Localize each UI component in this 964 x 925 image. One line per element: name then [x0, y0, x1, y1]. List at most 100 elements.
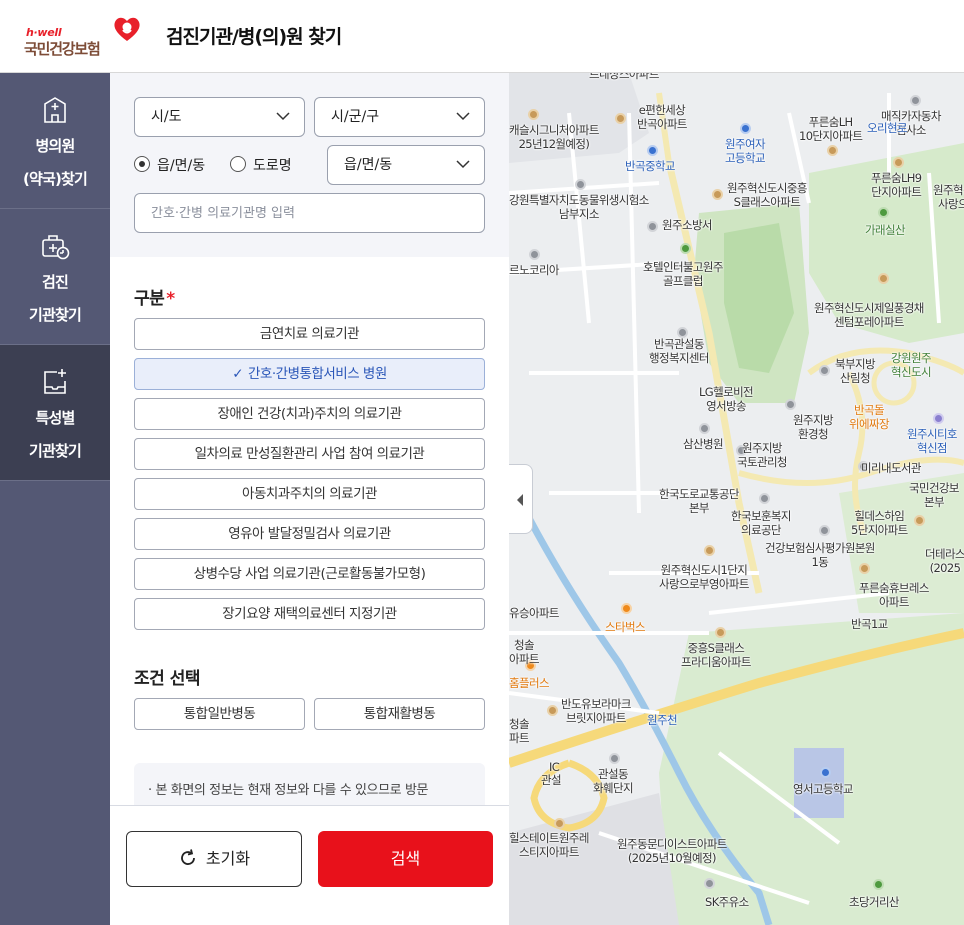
radio-checked-icon: [134, 156, 150, 172]
category-option[interactable]: 일차의료 만성질환관리 사업 참여 의료기관: [134, 438, 485, 470]
map-label: 반도유보라마크 브릿지아파트: [561, 697, 631, 725]
map-label: 반곡1교: [851, 617, 888, 631]
sido-select-value: 시/도: [151, 109, 182, 125]
nav-item-checkup-search[interactable]: 검진 기관찾기: [0, 209, 110, 345]
reset-button[interactable]: 초기화: [126, 831, 302, 887]
apartment-marker[interactable]: [878, 273, 889, 284]
category-option[interactable]: 아동치과주치의 의료기관: [134, 478, 485, 510]
category-option[interactable]: 영유아 발달정밀검사 의료기관: [134, 518, 485, 550]
fire-station-marker[interactable]: [647, 221, 658, 232]
sigungu-select[interactable]: 시/군/구: [314, 97, 485, 137]
condition-option-general-ward[interactable]: 통합일반병동: [134, 698, 305, 730]
panel-collapse-button[interactable]: [509, 464, 533, 534]
category-option-label: 장애인 건강(치과)주치의 의료기관: [217, 406, 403, 422]
map-label: 강원원주 혁신도시: [891, 351, 932, 379]
apartment-marker[interactable]: [704, 545, 715, 556]
map-label: 홈플러스: [509, 676, 550, 690]
apartment-marker[interactable]: [528, 109, 539, 120]
apartment-marker[interactable]: [827, 145, 838, 156]
category-option[interactable]: 장기요양 재택의료센터 지정기관: [134, 598, 485, 630]
hotel-marker[interactable]: [933, 413, 944, 424]
map-label: 청솔 파트: [509, 717, 530, 745]
category-option-label: 일차의료 만성질환관리 사업 참여 의료기관: [194, 446, 425, 462]
category-option-label: 영유아 발달정밀검사 의료기관: [228, 526, 391, 542]
nav-label-line2: (약국)찾기: [22, 170, 88, 188]
map-label: 원주지방 환경청: [793, 413, 834, 441]
category-title: 구분 *: [134, 284, 175, 309]
left-navigation: 병의원 (약국)찾기 검진 기관찾기 특성별 기관찾기: [0, 73, 110, 925]
cafe-marker[interactable]: [621, 603, 632, 614]
map-label: 영서고등학교: [793, 782, 853, 796]
app-header: h·well 국민건강보험 검진기관/병(의)원 찾기: [0, 0, 964, 73]
apartment-marker[interactable]: [893, 157, 904, 168]
office-marker[interactable]: [785, 399, 796, 410]
chevron-down-icon: [456, 112, 470, 121]
emd-select[interactable]: 읍/면/동: [327, 145, 485, 185]
category-option[interactable]: 장애인 건강(치과)주치의 의료기관: [134, 398, 485, 430]
notice-text: · 본 화면의 정보는 현재 정보와 다를 수 있으므로 방문: [134, 763, 485, 805]
radio-unchecked-icon: [230, 156, 246, 172]
apartment-marker[interactable]: [615, 113, 626, 124]
category-option-selected[interactable]: ✓ 간호·간병통합서비스 병원: [134, 358, 485, 390]
place-marker[interactable]: [609, 753, 620, 764]
golf-marker[interactable]: [680, 243, 691, 254]
search-panel: 시/도 시/군/구 읍/면/동 도로명 읍/면/동 구분* 금연치료 의료기관 …: [110, 73, 509, 925]
refresh-icon: [181, 848, 195, 865]
map-label: 반곡관설동 행정복지센터: [649, 337, 709, 365]
logo-org-name: 국민건강보험: [24, 40, 101, 58]
map-label: 푸른숨LH9 단지아파트: [871, 171, 922, 199]
nav-label-line1: 병의원: [35, 137, 75, 155]
gas-station-marker[interactable]: [704, 878, 715, 889]
condition-option-rehab-ward[interactable]: 통합재활병동: [314, 698, 485, 730]
nav-item-hospital-search[interactable]: 병의원 (약국)찾기: [0, 73, 110, 209]
category-option-label: 상병수당 사업 의료기관(근로활동불가모형): [193, 566, 426, 582]
nav-label-line1: 검진: [41, 273, 69, 291]
map-label: 원주시티호 혁신점: [907, 427, 958, 455]
school-marker[interactable]: [740, 123, 751, 134]
category-option-label: 장기요양 재택의료센터 지정기관: [222, 606, 397, 622]
category-option[interactable]: 금연치료 의료기관: [134, 318, 485, 350]
place-marker[interactable]: [529, 249, 540, 260]
office-marker[interactable]: [819, 365, 830, 376]
map-label: 북부지방 산림청: [835, 357, 876, 385]
hospital-marker[interactable]: [699, 423, 710, 434]
school-marker[interactable]: [820, 767, 831, 778]
school-marker[interactable]: [647, 145, 658, 156]
nav-label-line2: 기관찾기: [28, 442, 82, 460]
apartment-marker[interactable]: [547, 705, 558, 716]
sigungu-select-value: 시/군/구: [331, 109, 380, 125]
medical-bag-icon: [42, 235, 70, 260]
category-option-label: 금연치료 의료기관: [259, 326, 360, 342]
nhis-logo[interactable]: h·well 국민건강보험: [24, 14, 144, 60]
search-button[interactable]: 검색: [318, 831, 493, 887]
condition-option-label: 통합일반병동: [183, 706, 256, 722]
apartment-marker[interactable]: [715, 627, 726, 638]
map-label: 국민건강보 본부: [909, 481, 960, 509]
map-label: 원주혁신도시중흥 S클래스아파트: [727, 181, 807, 209]
apartment-marker[interactable]: [554, 818, 565, 829]
mountain-marker[interactable]: [878, 207, 889, 218]
page-title: 검진기관/병(의)원 찾기: [166, 26, 342, 48]
mountain-marker[interactable]: [873, 879, 884, 890]
map-label: 가래실산: [865, 223, 906, 237]
map-label: 반곡중학교: [625, 159, 676, 173]
apartment-marker[interactable]: [914, 515, 925, 526]
map-label: 힐데스하임 5단지아파트: [851, 509, 908, 537]
map-view[interactable]: e편한세상 반곡아파트 캐슬시그니처아파트 25년12월예정) 원주여자 고등학…: [509, 73, 964, 925]
category-option[interactable]: 상병수당 사업 의료기관(근로활동불가모형): [134, 558, 485, 590]
place-marker[interactable]: [910, 95, 921, 106]
nav-item-special-search[interactable]: 특성별 기관찾기: [0, 345, 110, 481]
required-mark: *: [166, 289, 175, 309]
office-marker[interactable]: [759, 493, 770, 504]
action-bar: 초기화 검색: [110, 805, 509, 925]
reset-button-label: 초기화: [205, 849, 251, 868]
office-marker[interactable]: [819, 525, 830, 536]
place-marker[interactable]: [575, 179, 586, 190]
map-label: 한국도로교통공단 본부: [659, 487, 739, 515]
map-label: 스타벅스: [605, 620, 646, 634]
sido-select[interactable]: 시/도: [134, 97, 305, 137]
map-label: 중흥S클래스 프라디움아파트: [681, 641, 751, 669]
institution-name-input[interactable]: [134, 193, 485, 233]
apartment-marker[interactable]: [712, 189, 723, 200]
emd-select-value: 읍/면/동: [344, 157, 393, 173]
